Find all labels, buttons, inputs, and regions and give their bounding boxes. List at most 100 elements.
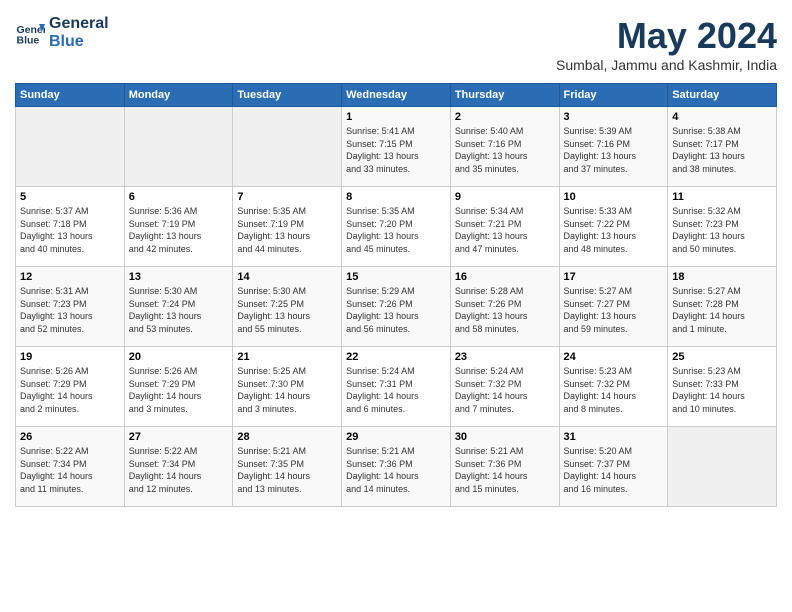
calendar-week-row: 1Sunrise: 5:41 AM Sunset: 7:15 PM Daylig…	[16, 107, 777, 187]
calendar-cell: 22 Sunrise: 5:24 AM Sunset: 7:31 PM Dayli…	[342, 347, 451, 427]
calendar-cell: 16 Sunrise: 5:28 AM Sunset: 7:26 PM Dayli…	[450, 267, 559, 347]
day-number: 27	[129, 431, 229, 443]
day-number: 14	[237, 271, 337, 283]
calendar-subtitle: Sumbal, Jammu and Kashmir, India	[556, 57, 777, 73]
day-info: Sunrise: 5:40 AM Sunset: 7:16 PM Dayligh…	[455, 125, 555, 175]
weekday-header-cell: Friday	[559, 84, 668, 107]
calendar-cell: 25 Sunrise: 5:23 AM Sunset: 7:33 PM Dayli…	[668, 347, 777, 427]
day-number: 2	[455, 111, 555, 123]
day-number: 22	[346, 351, 446, 363]
calendar-cell: 15 Sunrise: 5:29 AM Sunset: 7:26 PM Dayli…	[342, 267, 451, 347]
day-info: Sunrise: 5:22 AM Sunset: 7:34 PM Dayligh…	[20, 445, 120, 495]
calendar-cell: 19Sunrise: 5:26 AM Sunset: 7:29 PM Dayli…	[16, 347, 125, 427]
day-number: 15	[346, 271, 446, 283]
day-info: Sunrise: 5:23 AM Sunset: 7:32 PM Dayligh…	[564, 365, 664, 415]
day-number: 31	[564, 431, 664, 443]
day-info: Sunrise: 5:24 AM Sunset: 7:31 PM Dayligh…	[346, 365, 446, 415]
day-info: Sunrise: 5:34 AM Sunset: 7:21 PM Dayligh…	[455, 205, 555, 255]
calendar-cell: 14Sunrise: 5:30 AM Sunset: 7:25 PM Dayli…	[233, 267, 342, 347]
calendar-cell: 6Sunrise: 5:36 AM Sunset: 7:19 PM Daylig…	[124, 187, 233, 267]
calendar-week-row: 26Sunrise: 5:22 AM Sunset: 7:34 PM Dayli…	[16, 427, 777, 507]
day-info: Sunrise: 5:31 AM Sunset: 7:23 PM Dayligh…	[20, 285, 120, 335]
day-info: Sunrise: 5:26 AM Sunset: 7:29 PM Dayligh…	[129, 365, 229, 415]
calendar-cell	[668, 427, 777, 507]
logo-general: General	[49, 15, 109, 33]
svg-text:Blue: Blue	[17, 34, 40, 46]
day-number: 29	[346, 431, 446, 443]
weekday-header-row: SundayMondayTuesdayWednesdayThursdayFrid…	[16, 84, 777, 107]
day-info: Sunrise: 5:28 AM Sunset: 7:26 PM Dayligh…	[455, 285, 555, 335]
calendar-cell: 3 Sunrise: 5:39 AM Sunset: 7:16 PM Daylig…	[559, 107, 668, 187]
day-info: Sunrise: 5:38 AM Sunset: 7:17 PM Dayligh…	[672, 125, 772, 175]
logo: General Blue General Blue	[15, 15, 109, 50]
calendar-cell: 21 Sunrise: 5:25 AM Sunset: 7:30 PM Dayli…	[233, 347, 342, 427]
day-number: 17	[564, 271, 664, 283]
day-number: 8	[346, 191, 446, 203]
calendar-title: May 2024	[556, 15, 777, 57]
day-number: 9	[455, 191, 555, 203]
calendar-cell: 23Sunrise: 5:24 AM Sunset: 7:32 PM Dayli…	[450, 347, 559, 427]
calendar-week-row: 5 Sunrise: 5:37 AM Sunset: 7:18 PM Daylig…	[16, 187, 777, 267]
day-info: Sunrise: 5:35 AM Sunset: 7:20 PM Dayligh…	[346, 205, 446, 255]
calendar-cell: 13 Sunrise: 5:30 AM Sunset: 7:24 PM Dayli…	[124, 267, 233, 347]
calendar-week-row: 19Sunrise: 5:26 AM Sunset: 7:29 PM Dayli…	[16, 347, 777, 427]
calendar-table: SundayMondayTuesdayWednesdayThursdayFrid…	[15, 83, 777, 507]
day-info: Sunrise: 5:32 AM Sunset: 7:23 PM Dayligh…	[672, 205, 772, 255]
day-info: Sunrise: 5:22 AM Sunset: 7:34 PM Dayligh…	[129, 445, 229, 495]
weekday-header-cell: Thursday	[450, 84, 559, 107]
day-info: Sunrise: 5:21 AM Sunset: 7:36 PM Dayligh…	[346, 445, 446, 495]
calendar-body: 1Sunrise: 5:41 AM Sunset: 7:15 PM Daylig…	[16, 107, 777, 507]
calendar-cell: 30 Sunrise: 5:21 AM Sunset: 7:36 PM Dayli…	[450, 427, 559, 507]
calendar-cell: 11Sunrise: 5:32 AM Sunset: 7:23 PM Dayli…	[668, 187, 777, 267]
calendar-week-row: 12 Sunrise: 5:31 AM Sunset: 7:23 PM Dayli…	[16, 267, 777, 347]
day-number: 3	[564, 111, 664, 123]
calendar-cell: 31 Sunrise: 5:20 AM Sunset: 7:37 PM Dayli…	[559, 427, 668, 507]
day-info: Sunrise: 5:30 AM Sunset: 7:24 PM Dayligh…	[129, 285, 229, 335]
calendar-cell: 2 Sunrise: 5:40 AM Sunset: 7:16 PM Daylig…	[450, 107, 559, 187]
day-number: 13	[129, 271, 229, 283]
calendar-cell: 5 Sunrise: 5:37 AM Sunset: 7:18 PM Daylig…	[16, 187, 125, 267]
day-info: Sunrise: 5:21 AM Sunset: 7:36 PM Dayligh…	[455, 445, 555, 495]
day-info: Sunrise: 5:26 AM Sunset: 7:29 PM Dayligh…	[20, 365, 120, 415]
calendar-cell: 20 Sunrise: 5:26 AM Sunset: 7:29 PM Dayli…	[124, 347, 233, 427]
day-info: Sunrise: 5:37 AM Sunset: 7:18 PM Dayligh…	[20, 205, 120, 255]
day-number: 5	[20, 191, 120, 203]
calendar-cell: 4 Sunrise: 5:38 AM Sunset: 7:17 PM Daylig…	[668, 107, 777, 187]
weekday-header-cell: Wednesday	[342, 84, 451, 107]
calendar-cell: 26Sunrise: 5:22 AM Sunset: 7:34 PM Dayli…	[16, 427, 125, 507]
day-number: 28	[237, 431, 337, 443]
calendar-cell: 28 Sunrise: 5:21 AM Sunset: 7:35 PM Dayli…	[233, 427, 342, 507]
day-info: Sunrise: 5:25 AM Sunset: 7:30 PM Dayligh…	[237, 365, 337, 415]
day-info: Sunrise: 5:39 AM Sunset: 7:16 PM Dayligh…	[564, 125, 664, 175]
day-info: Sunrise: 5:36 AM Sunset: 7:19 PM Dayligh…	[129, 205, 229, 255]
logo-icon: General Blue	[15, 18, 45, 48]
day-number: 16	[455, 271, 555, 283]
day-info: Sunrise: 5:27 AM Sunset: 7:27 PM Dayligh…	[564, 285, 664, 335]
day-number: 10	[564, 191, 664, 203]
day-number: 18	[672, 271, 772, 283]
day-number: 30	[455, 431, 555, 443]
calendar-cell	[124, 107, 233, 187]
day-number: 4	[672, 111, 772, 123]
day-number: 24	[564, 351, 664, 363]
calendar-cell: 18 Sunrise: 5:27 AM Sunset: 7:28 PM Dayli…	[668, 267, 777, 347]
day-number: 20	[129, 351, 229, 363]
weekday-header-cell: Monday	[124, 84, 233, 107]
day-info: Sunrise: 5:24 AM Sunset: 7:32 PM Dayligh…	[455, 365, 555, 415]
day-info: Sunrise: 5:21 AM Sunset: 7:35 PM Dayligh…	[237, 445, 337, 495]
calendar-cell	[16, 107, 125, 187]
calendar-cell	[233, 107, 342, 187]
day-number: 21	[237, 351, 337, 363]
day-number: 12	[20, 271, 120, 283]
day-info: Sunrise: 5:27 AM Sunset: 7:28 PM Dayligh…	[672, 285, 772, 335]
day-info: Sunrise: 5:20 AM Sunset: 7:37 PM Dayligh…	[564, 445, 664, 495]
calendar-cell: 9 Sunrise: 5:34 AM Sunset: 7:21 PM Daylig…	[450, 187, 559, 267]
day-info: Sunrise: 5:29 AM Sunset: 7:26 PM Dayligh…	[346, 285, 446, 335]
day-info: Sunrise: 5:23 AM Sunset: 7:33 PM Dayligh…	[672, 365, 772, 415]
title-block: May 2024 Sumbal, Jammu and Kashmir, Indi…	[556, 15, 777, 73]
calendar-cell: 12 Sunrise: 5:31 AM Sunset: 7:23 PM Dayli…	[16, 267, 125, 347]
calendar-cell: 29 Sunrise: 5:21 AM Sunset: 7:36 PM Dayli…	[342, 427, 451, 507]
weekday-header-cell: Saturday	[668, 84, 777, 107]
calendar-cell: 27 Sunrise: 5:22 AM Sunset: 7:34 PM Dayli…	[124, 427, 233, 507]
day-number: 25	[672, 351, 772, 363]
